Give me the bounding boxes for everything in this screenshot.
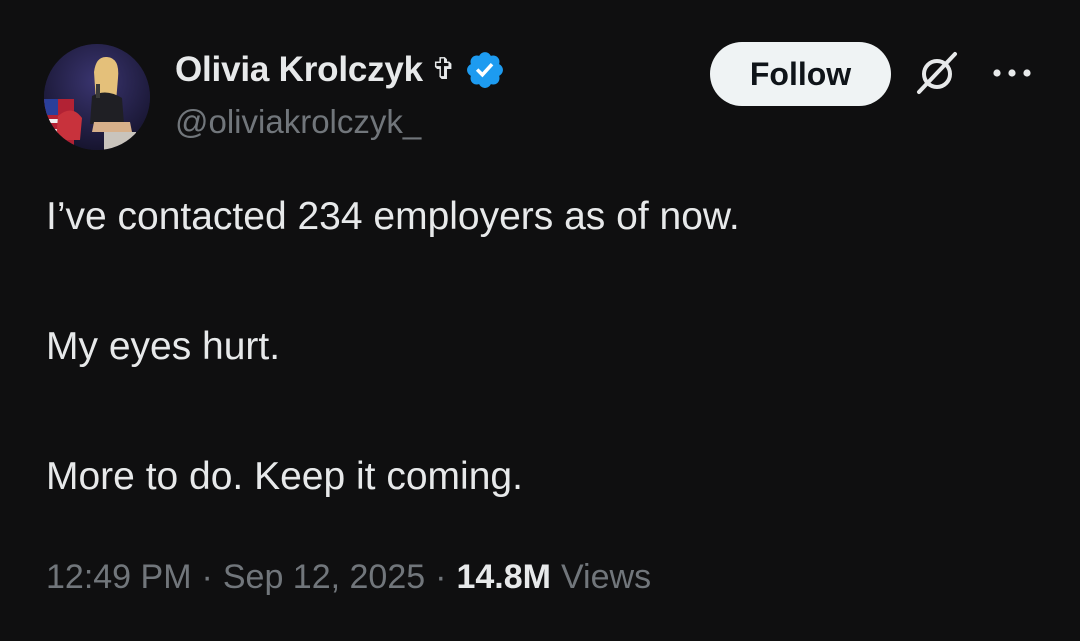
tweet-time[interactable]: 12:49 PM [46,558,192,597]
meta-separator: · [201,558,213,596]
tweet-text-line: I’ve contacted 234 employers as of now. [46,195,740,238]
follow-button[interactable]: Follow [710,42,891,106]
avatar[interactable] [44,44,150,150]
cross-emoji: ✞ [430,52,457,87]
tweet-date[interactable]: Sep 12, 2025 [223,558,425,597]
meta-separator: · [435,558,447,596]
more-options-icon[interactable] [990,64,1034,82]
tweet-text-line: More to do. Keep it coming. [46,455,523,498]
author-name-row: Olivia Krolczyk ✞ [175,48,506,92]
author-display-name[interactable]: Olivia Krolczyk [175,50,423,90]
author-handle[interactable]: @oliviakrolczyk_ [175,103,421,141]
grok-icon[interactable] [912,48,962,98]
tweet-meta: 12:49 PM · Sep 12, 2025 · 14.8M Views [46,558,651,597]
views-count[interactable]: 14.8M [456,558,551,597]
tweet-text-line: My eyes hurt. [46,325,281,368]
avatar-image [44,44,150,150]
views-label: Views [560,558,652,596]
verified-badge-icon[interactable] [464,49,506,91]
